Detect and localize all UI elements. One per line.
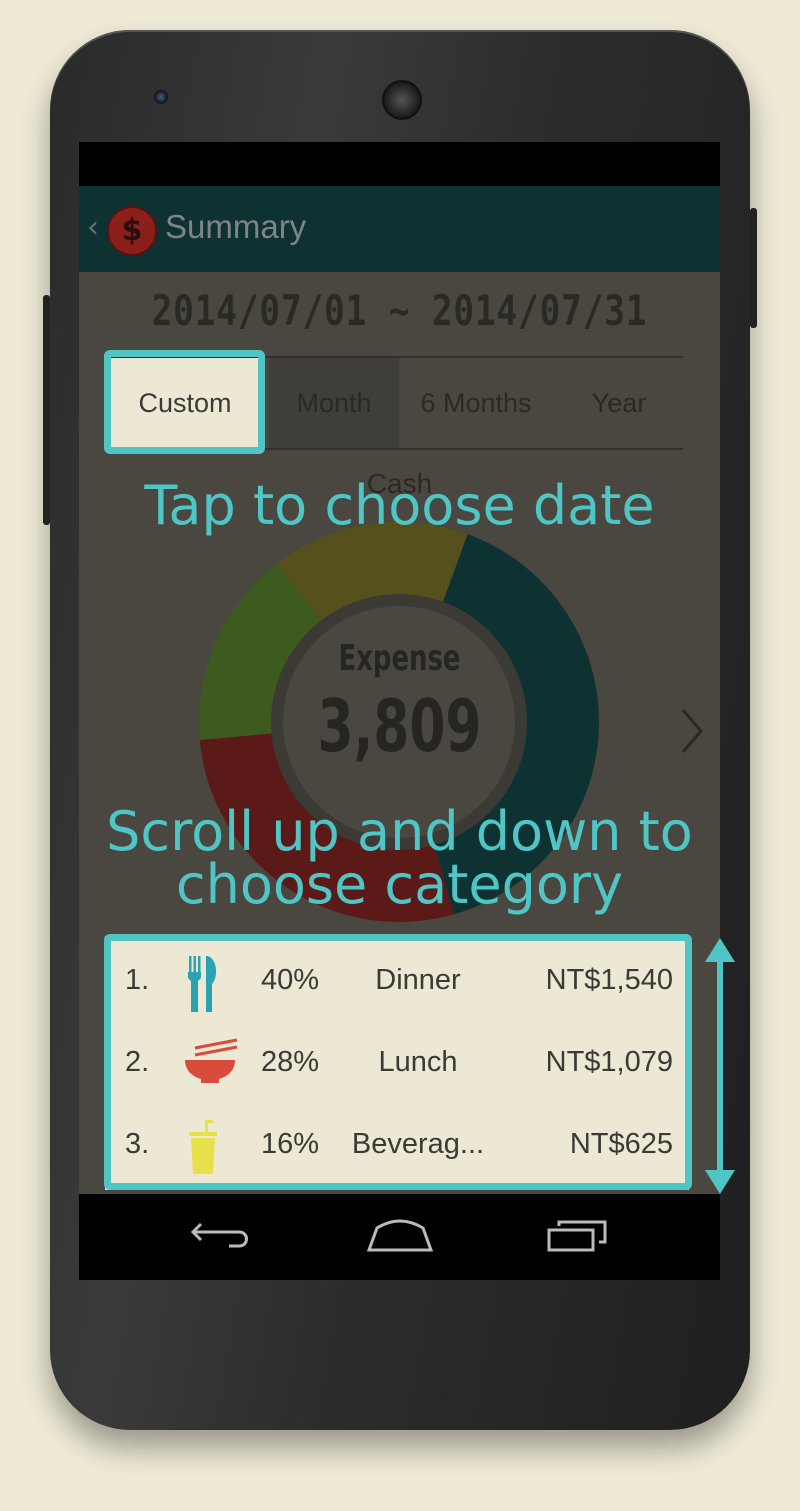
back-icon[interactable] bbox=[189, 1216, 253, 1256]
tab-year[interactable]: Year bbox=[555, 358, 683, 448]
expense-label: Expense bbox=[338, 638, 461, 679]
page-title: Summary bbox=[165, 208, 307, 245]
home-icon[interactable] bbox=[365, 1216, 435, 1256]
date-hint: Tap to choose date bbox=[144, 474, 655, 537]
recent-apps-icon[interactable] bbox=[545, 1216, 611, 1256]
category-hint-line2: choose category bbox=[175, 853, 624, 916]
expense-total: 3,809 bbox=[317, 684, 482, 768]
earpiece-speaker-icon bbox=[382, 80, 422, 120]
category-list-highlight bbox=[104, 934, 692, 1190]
app-logo-icon[interactable]: $ bbox=[107, 206, 157, 256]
tab-month[interactable]: Month bbox=[269, 358, 399, 448]
back-chevron-icon[interactable]: ‹ bbox=[87, 210, 99, 245]
sensor-icon bbox=[616, 90, 628, 102]
sensor-icon bbox=[642, 90, 654, 102]
scroll-arrow-icon bbox=[705, 938, 735, 1194]
date-range-label: 2014/07/01 ~ 2014/07/31 bbox=[151, 286, 648, 335]
volume-button bbox=[43, 295, 50, 525]
power-button bbox=[750, 208, 757, 328]
custom-tab-highlight bbox=[104, 350, 265, 454]
front-camera-icon bbox=[154, 90, 168, 104]
navigation-bar bbox=[79, 1194, 720, 1280]
tab-6-months[interactable]: 6 Months bbox=[401, 358, 551, 448]
next-chevron-icon[interactable] bbox=[677, 706, 707, 756]
action-bar: ‹ $ Summary bbox=[79, 186, 720, 272]
